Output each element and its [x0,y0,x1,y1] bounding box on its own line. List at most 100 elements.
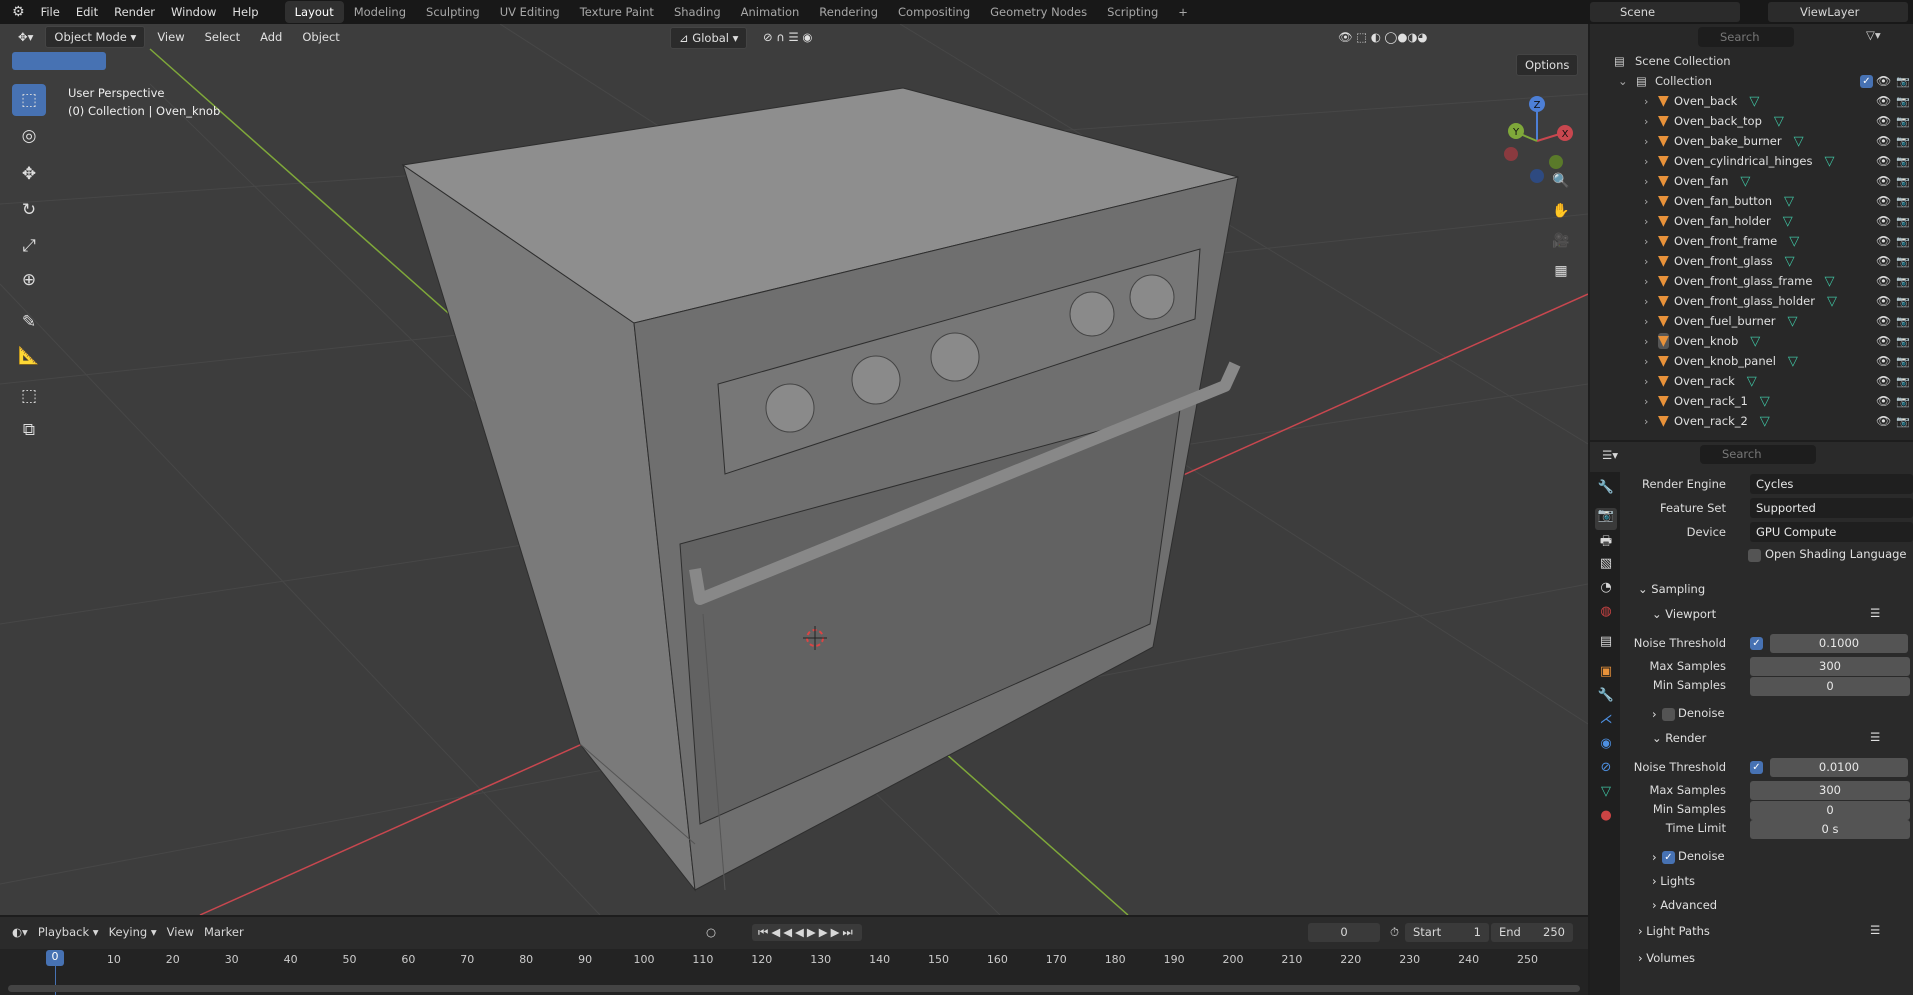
lights-subpanel[interactable]: › Lights [1652,874,1695,888]
presets-icon[interactable]: ☰ [1870,730,1880,744]
tab-scripting[interactable]: Scripting [1097,1,1168,23]
view-layer-tab-icon[interactable]: ▧ [1595,556,1617,578]
tab-modeling[interactable]: Modeling [344,1,416,23]
mesh-data-icon[interactable]: ▽ [1789,234,1799,249]
eye-icon[interactable]: 👁 [1876,134,1891,148]
view-layer-selector[interactable]: ViewLayer [1768,2,1908,22]
eye-icon[interactable]: 👁 [1876,114,1891,128]
mesh-data-icon[interactable]: ▽ [1794,134,1804,149]
outliner-item[interactable]: › ▼ Oven_fuel_burner ▽ 👁 📷 [1590,311,1913,331]
camera-icon[interactable]: 📷 [1896,195,1910,208]
tab-shading[interactable]: Shading [664,1,731,23]
mesh-data-icon[interactable]: ▽ [1783,214,1793,229]
add-workspace-button[interactable]: + [1168,1,1198,23]
feature-set-dropdown[interactable]: Supported [1750,498,1913,518]
editor-type-button[interactable]: ☰▾ [1602,448,1618,462]
presets-icon[interactable]: ☰ [1870,923,1880,937]
playhead[interactable]: 0 [46,950,64,966]
camera-icon[interactable]: 📷 [1896,275,1910,288]
mesh-data-icon[interactable]: ▽ [1785,254,1795,269]
stopwatch-icon[interactable]: ⏱ [1390,925,1399,940]
chevron-right-icon[interactable]: › [1644,275,1648,288]
current-frame-field[interactable]: 0 [1308,923,1380,942]
outliner-item[interactable]: › ▼ Oven_rack ▽ 👁 📷 [1590,371,1913,391]
selection-mode-buttons[interactable] [12,52,106,70]
scale-tool[interactable]: ⤢ [12,230,46,262]
menu-keying[interactable]: Keying ▾ [109,925,157,939]
tab-compositing[interactable]: Compositing [888,1,980,23]
menu-help[interactable]: Help [224,5,266,19]
outliner-item[interactable]: › ▼ Oven_front_frame ▽ 👁 📷 [1590,231,1913,251]
properties-search-input[interactable]: Search [1700,445,1816,464]
chevron-right-icon[interactable]: › [1644,255,1648,268]
add-cube-tool[interactable]: ⬚ [12,380,46,412]
menu-marker[interactable]: Marker [204,925,244,939]
outliner-item[interactable]: › ▼ Oven_fan_button ▽ 👁 📷 [1590,191,1913,211]
menu-select[interactable]: Select [197,27,248,47]
tool-tab-icon[interactable]: 🔧 [1595,480,1617,502]
eye-icon[interactable]: 👁 [1876,334,1891,348]
presets-icon[interactable]: ☰ [1870,606,1880,620]
mesh-data-icon[interactable]: ▽ [1824,274,1834,289]
pan-hand-icon[interactable]: ✋ [1548,198,1574,224]
chevron-right-icon[interactable]: › [1644,375,1648,388]
chevron-right-icon[interactable]: › [1644,195,1648,208]
menu-render[interactable]: Render [106,5,163,19]
tab-layout[interactable]: Layout [284,1,344,23]
camera-icon[interactable]: 📷 [1896,215,1910,228]
chevron-right-icon[interactable]: › [1644,135,1648,148]
eye-icon[interactable]: 👁 [1876,74,1891,88]
camera-icon[interactable]: 📷 [1896,255,1910,268]
perspective-toggle-icon[interactable]: ▦ [1548,258,1574,284]
chevron-right-icon[interactable]: › [1644,235,1648,248]
shading-buttons[interactable]: 👁 ⬚ ◐ ◯●◑◕ [1330,27,1435,47]
render-noise-threshold-field[interactable]: 0.0100 [1770,758,1908,777]
camera-icon[interactable]: 📷 [1896,155,1910,168]
options-button[interactable]: Options [1516,54,1579,76]
mesh-data-icon[interactable]: ▽ [1750,334,1760,349]
transform-tool[interactable]: ⊕ [12,264,46,296]
camera-icon[interactable]: 📷 [1896,355,1910,368]
object-tab-icon[interactable]: ▣ [1595,664,1617,686]
tab-animation[interactable]: Animation [731,1,810,23]
render-noise-threshold-checkbox[interactable]: ✓ [1750,761,1763,774]
camera-view-icon[interactable]: 🎥 [1548,228,1574,254]
osl-checkbox[interactable] [1748,549,1761,562]
menu-file[interactable]: File [33,5,68,19]
outliner-item[interactable]: › ▼ Oven_front_glass_holder ▽ 👁 📷 [1590,291,1913,311]
device-dropdown[interactable]: GPU Compute [1750,522,1913,542]
rotate-tool[interactable]: ↻ [12,194,46,226]
scene-collection-row[interactable]: ▤ Scene Collection [1590,51,1913,71]
collection-tab-icon[interactable]: ▤ [1595,634,1617,656]
editor-type-button[interactable]: ✥▾ [10,27,41,47]
camera-icon[interactable]: 📷 [1896,95,1910,108]
collection-checkbox[interactable]: ✓ [1860,75,1873,88]
scene-selector[interactable]: Scene [1590,2,1740,22]
camera-icon[interactable]: 📷 [1896,295,1910,308]
physics-tab-icon[interactable]: ◉ [1595,736,1617,758]
outliner-item[interactable]: › ▼ Oven_rack_2 ▽ 👁 📷 [1590,411,1913,431]
render-max-samples-field[interactable]: 300 [1750,781,1910,800]
time-limit-field[interactable]: 0 s [1750,820,1910,839]
camera-icon[interactable]: 📷 [1896,115,1910,128]
eye-icon[interactable]: 👁 [1876,374,1891,388]
eye-icon[interactable]: 👁 [1876,354,1891,368]
mesh-data-icon[interactable]: ▽ [1747,374,1757,389]
menu-edit[interactable]: Edit [68,5,106,19]
chevron-right-icon[interactable]: › [1644,295,1648,308]
eye-icon[interactable]: 👁 [1876,214,1891,228]
3d-viewport[interactable]: ✥▾ Object Mode ▾ View Select Add Object … [0,24,1588,915]
orientation-dropdown[interactable]: ⊿ Global ▾ [670,27,748,49]
eye-icon[interactable]: 👁 [1876,414,1891,428]
render-subpanel-header[interactable]: ⌄ Render [1652,731,1706,745]
chevron-right-icon[interactable]: › [1644,155,1648,168]
camera-icon[interactable]: 📷 [1896,175,1910,188]
viewport-denoise-checkbox[interactable] [1662,708,1675,721]
mesh-data-icon[interactable]: ▽ [1740,174,1750,189]
camera-icon[interactable]: 📷 [1896,415,1910,428]
render-tab-icon[interactable]: 📷 [1595,508,1617,530]
eye-icon[interactable]: 👁 [1876,234,1891,248]
outliner-item[interactable]: › ▼ Oven_front_glass ▽ 👁 📷 [1590,251,1913,271]
eye-icon[interactable]: 👁 [1876,254,1891,268]
outliner-item[interactable]: › ▼ Oven_back_top ▽ 👁 📷 [1590,111,1913,131]
